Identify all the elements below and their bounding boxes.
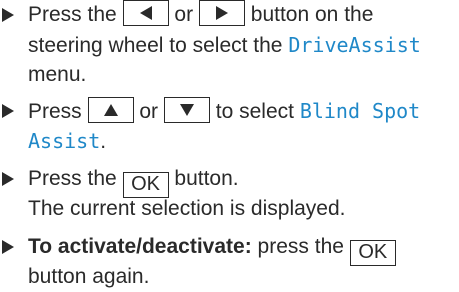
step-4-text: press the <box>257 235 344 258</box>
step-1-line-2: steering wheel to select the DriveAssist <box>0 30 459 60</box>
menu-name-driveassist: DriveAssist <box>288 33 421 57</box>
step-2-or: or <box>139 100 159 123</box>
step-3-suffix: button. <box>174 167 239 190</box>
step-3-line-1: Press the OK button. <box>0 164 459 198</box>
display-text-assist: Assist <box>28 129 101 153</box>
step-1-line-3-text: menu. <box>28 63 87 86</box>
step-3-prefix: Press the <box>28 167 117 190</box>
step-3-line-2: The current selection is displayed. <box>0 194 459 224</box>
step-2-line-1: Press or to select Blind Spot <box>0 96 459 126</box>
down-arrow-button <box>163 97 210 123</box>
step-1-line-2-text: steering wheel to select the <box>28 34 283 57</box>
step-2-prefix: Press <box>28 100 82 123</box>
bullet-arrow-icon <box>1 0 21 30</box>
up-arrow-button <box>87 97 134 123</box>
step-4-bold-label: To activate/deactivate: <box>28 235 252 258</box>
step-3-line-2-text: The current selection is displayed. <box>28 197 346 220</box>
step-2-suffix: to select <box>215 100 294 123</box>
step-3-line-1-text: Press the OK button. <box>28 164 239 198</box>
instruction-step-3: Press the OK button. The current selecti… <box>0 164 459 224</box>
step-1-prefix: Press the <box>28 3 117 26</box>
step-1-line-3: menu. <box>0 60 459 90</box>
instruction-step-2: Press or to select Blind Spot Assist. <box>0 96 459 156</box>
step-4-line-1: To activate/deactivate: press the OK <box>0 232 459 266</box>
right-arrow-button <box>198 0 245 26</box>
step-1-or: or <box>174 3 194 26</box>
bullet-arrow-icon <box>1 164 21 194</box>
instruction-step-4: To activate/deactivate: press the OK but… <box>0 232 459 292</box>
step-1-suffix: button on the <box>250 3 374 26</box>
bullet-arrow-icon <box>1 232 21 262</box>
step-2-end: . <box>100 130 107 153</box>
display-text-blind-spot: Blind Spot <box>299 99 421 123</box>
step-2-line-1-text: Press or to select Blind Spot <box>28 96 420 127</box>
bullet-arrow-icon <box>1 96 21 126</box>
left-arrow-button <box>122 0 169 26</box>
step-4-line-2-text: button again. <box>28 265 150 288</box>
step-2-line-2: Assist. <box>0 126 459 156</box>
step-1-line-1: Press the or button on the <box>0 0 459 30</box>
step-4-line-2: button again. <box>0 262 459 292</box>
step-1-line-1-text: Press the or button on the <box>28 0 373 30</box>
instruction-step-1: Press the or button on the steering whee… <box>0 0 459 90</box>
step-4-line-1-text: To activate/deactivate: press the OK <box>28 232 396 266</box>
